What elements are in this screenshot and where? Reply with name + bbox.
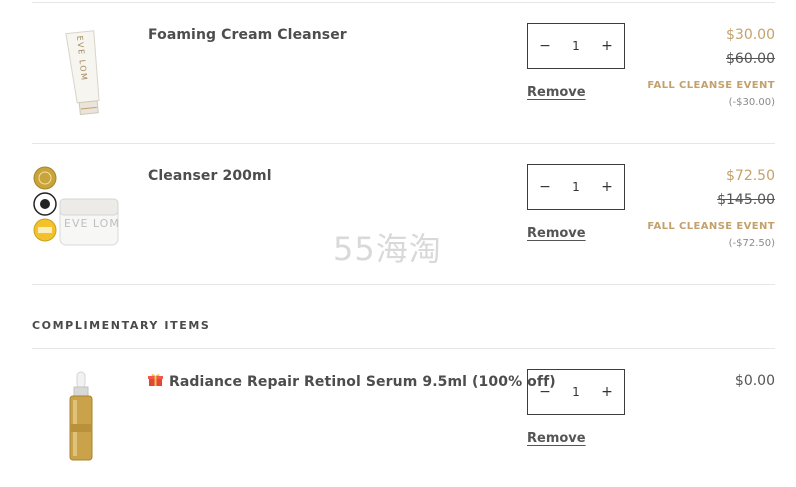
increase-quantity-button[interactable]: + — [600, 179, 614, 195]
event-label: FALL CLEANSE EVENT — [647, 221, 775, 232]
product-image-jar[interactable]: EVE LOM — [32, 163, 128, 273]
gift-icon — [148, 373, 163, 387]
divider — [32, 348, 775, 349]
divider — [32, 143, 775, 144]
increase-quantity-button[interactable]: + — [600, 384, 614, 400]
remove-button[interactable]: Remove — [527, 431, 586, 446]
quantity-value[interactable]: 1 — [572, 39, 580, 53]
jar-brand-text: EVE LOM — [64, 217, 120, 230]
product-name[interactable]: Foaming Cream Cleanser — [148, 27, 347, 43]
award-badge-icon — [33, 166, 57, 190]
price: $0.00 — [734, 373, 775, 389]
product-name[interactable]: Cleanser 200ml — [148, 168, 272, 184]
remove-button[interactable]: Remove — [527, 226, 586, 241]
divider-top — [32, 2, 775, 3]
product-image-tube[interactable]: EVE LOM — [32, 22, 128, 132]
discount-amount: (-$30.00) — [728, 97, 775, 108]
decrease-quantity-button[interactable]: − — [538, 38, 552, 54]
quantity-stepper: − 1 + — [527, 23, 625, 69]
remove-button[interactable]: Remove — [527, 85, 586, 100]
divider — [32, 284, 775, 285]
discount-amount: (-$72.50) — [728, 238, 775, 249]
complimentary-items-title: COMPLIMENTARY ITEMS — [32, 319, 211, 332]
product-name[interactable]: Radiance Repair Retinol Serum 9.5ml (100… — [148, 373, 556, 390]
decrease-quantity-button[interactable]: − — [538, 179, 552, 195]
event-label: FALL CLEANSE EVENT — [647, 80, 775, 91]
quantity-stepper: − 1 + — [527, 164, 625, 210]
product-image-serum[interactable] — [32, 370, 128, 480]
original-price: $145.00 — [717, 192, 775, 208]
watermark: 55海淘 — [333, 230, 442, 268]
original-price: $60.00 — [726, 51, 775, 67]
product-name-text: Radiance Repair Retinol Serum 9.5ml (100… — [169, 374, 556, 390]
sale-price: $72.50 — [726, 168, 775, 184]
quantity-stepper: − 1 + — [527, 369, 625, 415]
quantity-value[interactable]: 1 — [572, 385, 580, 399]
increase-quantity-button[interactable]: + — [600, 38, 614, 54]
quantity-value[interactable]: 1 — [572, 180, 580, 194]
sale-price: $30.00 — [726, 27, 775, 43]
decrease-quantity-button[interactable]: − — [538, 384, 552, 400]
